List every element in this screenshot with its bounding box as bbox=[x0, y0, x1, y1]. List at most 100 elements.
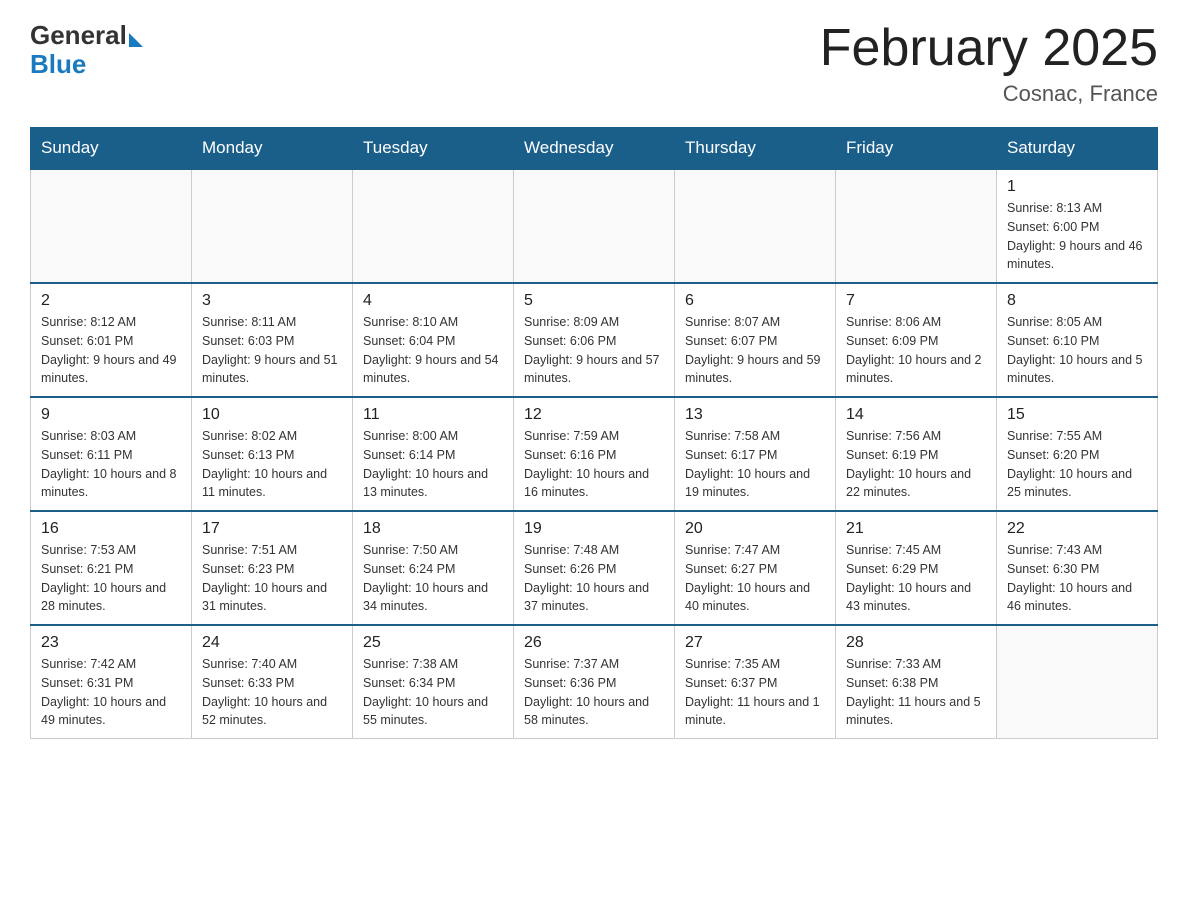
calendar-cell: 22 Sunrise: 7:43 AM Sunset: 6:30 PM Dayli… bbox=[997, 511, 1158, 625]
day-number: 2 bbox=[41, 292, 181, 310]
calendar-cell bbox=[997, 625, 1158, 739]
calendar-title: February 2025 bbox=[820, 20, 1158, 77]
day-number: 11 bbox=[363, 406, 503, 424]
day-info: Sunrise: 8:09 AM Sunset: 6:06 PM Dayligh… bbox=[524, 313, 664, 388]
day-header-friday: Friday bbox=[836, 128, 997, 170]
day-info: Sunrise: 8:07 AM Sunset: 6:07 PM Dayligh… bbox=[685, 313, 825, 388]
day-number: 26 bbox=[524, 634, 664, 652]
calendar-cell: 11 Sunrise: 8:00 AM Sunset: 6:14 PM Dayli… bbox=[353, 397, 514, 511]
day-header-wednesday: Wednesday bbox=[514, 128, 675, 170]
day-number: 4 bbox=[363, 292, 503, 310]
day-header-thursday: Thursday bbox=[675, 128, 836, 170]
day-info: Sunrise: 7:37 AM Sunset: 6:36 PM Dayligh… bbox=[524, 655, 664, 730]
day-info: Sunrise: 7:33 AM Sunset: 6:38 PM Dayligh… bbox=[846, 655, 986, 730]
day-info: Sunrise: 7:45 AM Sunset: 6:29 PM Dayligh… bbox=[846, 541, 986, 616]
page-header: General Blue February 2025 Cosnac, Franc… bbox=[30, 20, 1158, 107]
calendar-cell: 25 Sunrise: 7:38 AM Sunset: 6:34 PM Dayli… bbox=[353, 625, 514, 739]
day-header-sunday: Sunday bbox=[31, 128, 192, 170]
calendar-cell: 7Sunrise: 8:06 AM Sunset: 6:09 PM Daylig… bbox=[836, 283, 997, 397]
day-number: 6 bbox=[685, 292, 825, 310]
calendar-subtitle: Cosnac, France bbox=[820, 81, 1158, 107]
calendar-cell: 16 Sunrise: 7:53 AM Sunset: 6:21 PM Dayli… bbox=[31, 511, 192, 625]
calendar-cell: 4 Sunrise: 8:10 AM Sunset: 6:04 PM Daylig… bbox=[353, 283, 514, 397]
logo-general-text: General bbox=[30, 20, 127, 51]
day-info: Sunrise: 8:00 AM Sunset: 6:14 PM Dayligh… bbox=[363, 427, 503, 502]
day-number: 13 bbox=[685, 406, 825, 424]
day-number: 20 bbox=[685, 520, 825, 538]
day-number: 28 bbox=[846, 634, 986, 652]
calendar-cell bbox=[836, 169, 997, 283]
day-header-monday: Monday bbox=[192, 128, 353, 170]
title-section: February 2025 Cosnac, France bbox=[820, 20, 1158, 107]
day-number: 8 bbox=[1007, 292, 1147, 310]
calendar-cell: 6 Sunrise: 8:07 AM Sunset: 6:07 PM Daylig… bbox=[675, 283, 836, 397]
calendar-cell: 21 Sunrise: 7:45 AM Sunset: 6:29 PM Dayli… bbox=[836, 511, 997, 625]
day-number: 23 bbox=[41, 634, 181, 652]
day-number: 19 bbox=[524, 520, 664, 538]
calendar-week-row: 23 Sunrise: 7:42 AM Sunset: 6:31 PM Dayli… bbox=[31, 625, 1158, 739]
day-info: Sunrise: 7:53 AM Sunset: 6:21 PM Dayligh… bbox=[41, 541, 181, 616]
day-info: Sunrise: 8:05 AM Sunset: 6:10 PM Dayligh… bbox=[1007, 313, 1147, 388]
calendar-cell bbox=[675, 169, 836, 283]
calendar-cell bbox=[192, 169, 353, 283]
calendar-cell: 13 Sunrise: 7:58 AM Sunset: 6:17 PM Dayli… bbox=[675, 397, 836, 511]
day-number: 16 bbox=[41, 520, 181, 538]
day-info: Sunrise: 7:48 AM Sunset: 6:26 PM Dayligh… bbox=[524, 541, 664, 616]
day-info: Sunrise: 7:59 AM Sunset: 6:16 PM Dayligh… bbox=[524, 427, 664, 502]
day-number: 1 bbox=[1007, 178, 1147, 196]
calendar-cell: 26 Sunrise: 7:37 AM Sunset: 6:36 PM Dayli… bbox=[514, 625, 675, 739]
day-info: Sunrise: 7:51 AM Sunset: 6:23 PM Dayligh… bbox=[202, 541, 342, 616]
day-info: Sunrise: 8:03 AM Sunset: 6:11 PM Dayligh… bbox=[41, 427, 181, 502]
day-info: Sunrise: 8:02 AM Sunset: 6:13 PM Dayligh… bbox=[202, 427, 342, 502]
day-info: Sunrise: 8:06 AM Sunset: 6:09 PM Dayligh… bbox=[846, 313, 986, 388]
day-header-tuesday: Tuesday bbox=[353, 128, 514, 170]
calendar-cell: 24Sunrise: 7:40 AM Sunset: 6:33 PM Dayli… bbox=[192, 625, 353, 739]
calendar-cell: 1Sunrise: 8:13 AM Sunset: 6:00 PM Daylig… bbox=[997, 169, 1158, 283]
day-number: 21 bbox=[846, 520, 986, 538]
calendar-cell: 12 Sunrise: 7:59 AM Sunset: 6:16 PM Dayli… bbox=[514, 397, 675, 511]
calendar-cell bbox=[31, 169, 192, 283]
day-number: 27 bbox=[685, 634, 825, 652]
day-number: 14 bbox=[846, 406, 986, 424]
calendar-cell: 14 Sunrise: 7:56 AM Sunset: 6:19 PM Dayli… bbox=[836, 397, 997, 511]
day-number: 10 bbox=[202, 406, 342, 424]
calendar-week-row: 16 Sunrise: 7:53 AM Sunset: 6:21 PM Dayli… bbox=[31, 511, 1158, 625]
logo: General Blue bbox=[30, 20, 143, 80]
day-number: 18 bbox=[363, 520, 503, 538]
day-info: Sunrise: 7:58 AM Sunset: 6:17 PM Dayligh… bbox=[685, 427, 825, 502]
day-info: Sunrise: 7:35 AM Sunset: 6:37 PM Dayligh… bbox=[685, 655, 825, 730]
day-number: 17 bbox=[202, 520, 342, 538]
day-info: Sunrise: 7:50 AM Sunset: 6:24 PM Dayligh… bbox=[363, 541, 503, 616]
day-info: Sunrise: 7:43 AM Sunset: 6:30 PM Dayligh… bbox=[1007, 541, 1147, 616]
calendar-cell: 9 Sunrise: 8:03 AM Sunset: 6:11 PM Daylig… bbox=[31, 397, 192, 511]
day-info: Sunrise: 8:11 AM Sunset: 6:03 PM Dayligh… bbox=[202, 313, 342, 388]
day-info: Sunrise: 8:10 AM Sunset: 6:04 PM Dayligh… bbox=[363, 313, 503, 388]
day-number: 25 bbox=[363, 634, 503, 652]
day-number: 12 bbox=[524, 406, 664, 424]
calendar-week-row: 9 Sunrise: 8:03 AM Sunset: 6:11 PM Daylig… bbox=[31, 397, 1158, 511]
calendar-header-row: SundayMondayTuesdayWednesdayThursdayFrid… bbox=[31, 128, 1158, 170]
day-info: Sunrise: 7:40 AM Sunset: 6:33 PM Dayligh… bbox=[202, 655, 342, 730]
calendar-week-row: 2Sunrise: 8:12 AM Sunset: 6:01 PM Daylig… bbox=[31, 283, 1158, 397]
calendar-cell: 10 Sunrise: 8:02 AM Sunset: 6:13 PM Dayli… bbox=[192, 397, 353, 511]
calendar-week-row: 1Sunrise: 8:13 AM Sunset: 6:00 PM Daylig… bbox=[31, 169, 1158, 283]
calendar-cell bbox=[514, 169, 675, 283]
day-info: Sunrise: 7:47 AM Sunset: 6:27 PM Dayligh… bbox=[685, 541, 825, 616]
day-info: Sunrise: 7:38 AM Sunset: 6:34 PM Dayligh… bbox=[363, 655, 503, 730]
day-number: 3 bbox=[202, 292, 342, 310]
logo-blue-text: Blue bbox=[30, 49, 86, 80]
logo-triangle-icon bbox=[129, 33, 143, 47]
day-info: Sunrise: 7:42 AM Sunset: 6:31 PM Dayligh… bbox=[41, 655, 181, 730]
calendar-cell: 3 Sunrise: 8:11 AM Sunset: 6:03 PM Daylig… bbox=[192, 283, 353, 397]
calendar-cell: 18 Sunrise: 7:50 AM Sunset: 6:24 PM Dayli… bbox=[353, 511, 514, 625]
day-info: Sunrise: 7:56 AM Sunset: 6:19 PM Dayligh… bbox=[846, 427, 986, 502]
calendar-cell: 2Sunrise: 8:12 AM Sunset: 6:01 PM Daylig… bbox=[31, 283, 192, 397]
day-number: 9 bbox=[41, 406, 181, 424]
calendar-cell: 27 Sunrise: 7:35 AM Sunset: 6:37 PM Dayli… bbox=[675, 625, 836, 739]
day-number: 15 bbox=[1007, 406, 1147, 424]
calendar-cell: 19 Sunrise: 7:48 AM Sunset: 6:26 PM Dayli… bbox=[514, 511, 675, 625]
day-number: 22 bbox=[1007, 520, 1147, 538]
day-number: 5 bbox=[524, 292, 664, 310]
calendar-cell: 23 Sunrise: 7:42 AM Sunset: 6:31 PM Dayli… bbox=[31, 625, 192, 739]
calendar-cell: 8 Sunrise: 8:05 AM Sunset: 6:10 PM Daylig… bbox=[997, 283, 1158, 397]
